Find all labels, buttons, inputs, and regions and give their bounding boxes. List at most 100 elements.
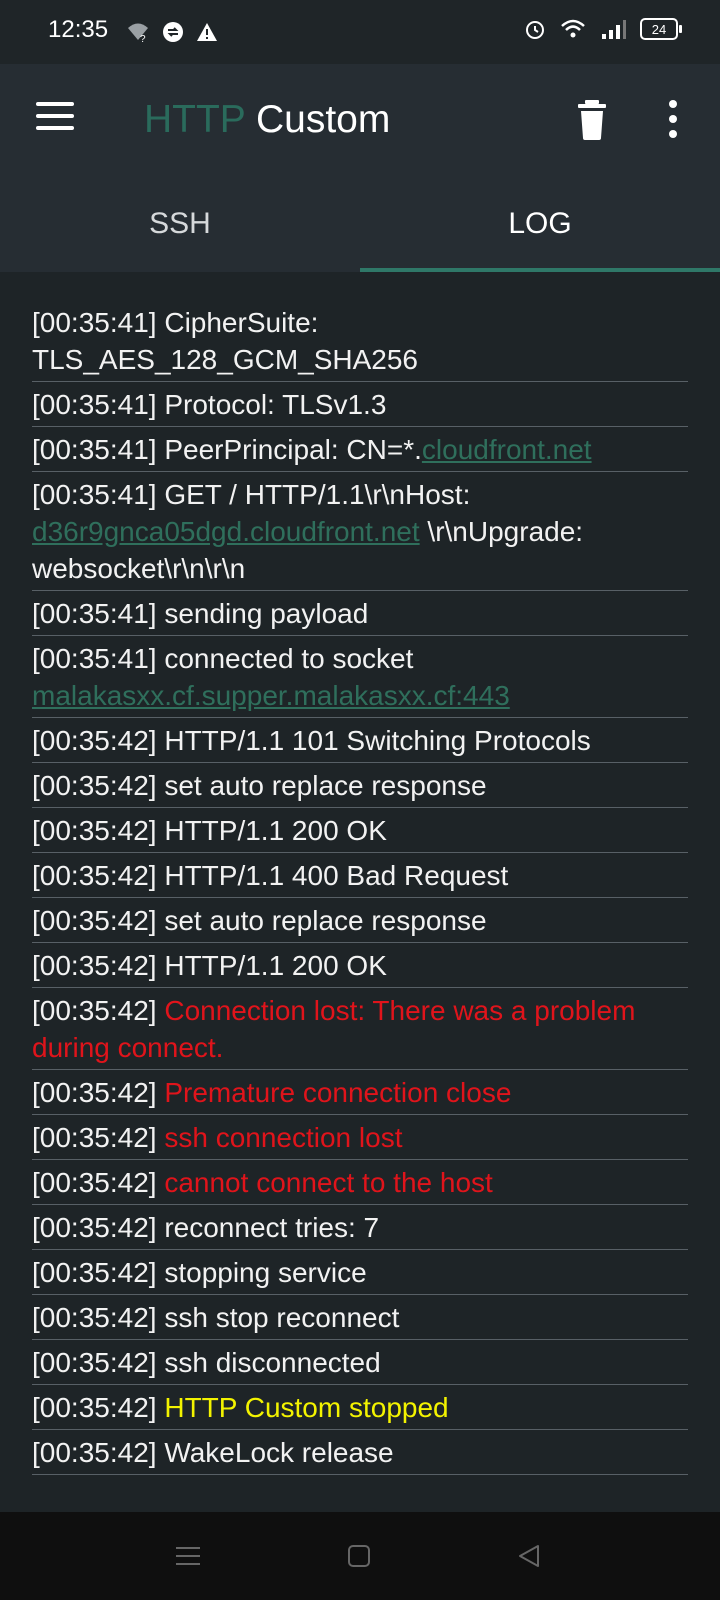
trash-icon — [578, 100, 606, 140]
app-bar: HTTP Custom — [0, 64, 720, 176]
log-timestamp: [00:35:42] — [32, 1437, 157, 1468]
log-timestamp: [00:35:42] — [32, 860, 157, 891]
log-timestamp: [00:35:42] — [32, 1302, 157, 1333]
log-entry: [00:35:42] reconnect tries: 7 — [32, 1205, 688, 1250]
tab-ssh[interactable]: SSH — [0, 176, 360, 272]
log-entry: [00:35:41] CipherSuite: TLS_AES_128_GCM_… — [32, 300, 688, 382]
wifi-icon — [561, 19, 585, 38]
log-entry: [00:35:42] stopping service — [32, 1250, 688, 1295]
log-entry: [00:35:41] connected to socket malakasxx… — [32, 636, 688, 718]
log-entry: [00:35:42] cannot connect to the host — [32, 1160, 688, 1205]
log-entry: [00:35:42] HTTP/1.1 400 Bad Request — [32, 853, 688, 898]
battery-icon: 24 — [640, 18, 682, 40]
log-timestamp: [00:35:42] — [32, 1212, 157, 1243]
more-options-button[interactable] — [664, 100, 680, 140]
log-timestamp: [00:35:42] — [32, 995, 157, 1026]
tab-log[interactable]: LOG — [360, 176, 720, 272]
log-entry: [00:35:42] ssh disconnected — [32, 1340, 688, 1385]
log-message: reconnect tries: 7 — [156, 1212, 380, 1243]
alarm-icon — [526, 21, 544, 39]
home-button[interactable] — [343, 1540, 375, 1572]
log-entry: [00:35:42] set auto replace response — [32, 898, 688, 943]
log-message: ssh connection lost — [156, 1122, 403, 1153]
log-entry: [00:35:42] WakeLock release — [32, 1430, 688, 1475]
log-entry: [00:35:42] ssh connection lost — [32, 1115, 688, 1160]
log-timestamp: [00:35:42] — [32, 1392, 157, 1423]
menu-button[interactable] — [36, 102, 76, 134]
log-timestamp: [00:35:42] — [32, 1167, 157, 1198]
status-bar: 12:35 ? 24 — [0, 0, 720, 64]
log-message: ssh stop reconnect — [156, 1302, 400, 1333]
home-icon — [348, 1545, 370, 1567]
log-timestamp: [00:35:41] — [32, 643, 157, 674]
log-entry: [00:35:41] PeerPrincipal: CN=*.cloudfron… — [32, 427, 688, 472]
log-entry: [00:35:41] Protocol: TLSv1.3 — [32, 382, 688, 427]
log-link[interactable]: cloudfront.net — [422, 434, 592, 465]
recents-icon — [176, 1547, 200, 1565]
navigation-bar — [0, 1512, 720, 1600]
log-message: HTTP Custom stopped — [156, 1392, 449, 1423]
log-message: Premature connection close — [156, 1077, 512, 1108]
log-message: ssh disconnected — [156, 1347, 381, 1378]
more-vert-icon — [669, 100, 677, 108]
log-message: GET / HTTP/1.1\r\nHost: — [156, 479, 471, 510]
battery-level: 24 — [651, 21, 667, 37]
svg-text:?: ? — [140, 34, 146, 44]
log-message: set auto replace response — [156, 770, 487, 801]
log-message: HTTP/1.1 101 Switching Protocols — [156, 725, 591, 756]
app-title-http: HTTP — [144, 98, 246, 141]
log-message: PeerPrincipal: CN=*. — [156, 434, 422, 465]
log-timestamp: [00:35:42] — [32, 905, 157, 936]
clear-log-button[interactable] — [576, 100, 608, 140]
log-entry: [00:35:42] HTTP/1.1 200 OK — [32, 943, 688, 988]
log-message: sending payload — [156, 598, 369, 629]
log-entry: [00:35:42] HTTP/1.1 200 OK — [32, 808, 688, 853]
log-message: cannot connect to the host — [156, 1167, 493, 1198]
log-timestamp: [00:35:41] — [32, 307, 157, 338]
wifi-question-icon: ? — [128, 23, 148, 44]
log-entry: [00:35:42] Connection lost: There was a … — [32, 988, 688, 1070]
log-message: HTTP/1.1 200 OK — [156, 950, 387, 981]
back-icon — [519, 1545, 539, 1567]
log-timestamp: [00:35:42] — [32, 1347, 157, 1378]
log-entry: [00:35:41] GET / HTTP/1.1\r\nHost: d36r9… — [32, 472, 688, 591]
log-message: Protocol: TLSv1.3 — [156, 389, 387, 420]
log-timestamp: [00:35:41] — [32, 479, 157, 510]
log-timestamp: [00:35:41] — [32, 434, 157, 465]
log-timestamp: [00:35:42] — [32, 770, 157, 801]
status-system-icons: 24 — [524, 18, 682, 40]
log-timestamp: [00:35:42] — [32, 950, 157, 981]
back-button[interactable] — [514, 1540, 546, 1572]
log-timestamp: [00:35:42] — [32, 725, 157, 756]
log-list: [00:35:41] CipherSuite: TLS_AES_128_GCM_… — [32, 300, 688, 1475]
log-message: connected to socket — [156, 643, 414, 674]
tab-bar: SSH LOG — [0, 176, 720, 272]
sync-icon — [163, 22, 183, 42]
log-message: set auto replace response — [156, 905, 487, 936]
log-message: HTTP/1.1 400 Bad Request — [156, 860, 509, 891]
app-title: HTTP Custom — [144, 98, 390, 142]
log-timestamp: [00:35:41] — [32, 598, 157, 629]
status-time: 12:35 — [48, 16, 109, 43]
log-entry: [00:35:41] sending payload — [32, 591, 688, 636]
status-notification-icons: ? — [126, 20, 218, 44]
log-message: stopping service — [156, 1257, 367, 1288]
log-entry: [00:35:42] ssh stop reconnect — [32, 1295, 688, 1340]
log-entry: [00:35:42] Premature connection close — [32, 1070, 688, 1115]
log-message: WakeLock release — [156, 1437, 394, 1468]
log-timestamp: [00:35:42] — [32, 815, 157, 846]
log-timestamp: [00:35:42] — [32, 1077, 157, 1108]
log-link[interactable]: malakasxx.cf.supper.malakasxx.cf:443 — [32, 680, 510, 711]
recents-button[interactable] — [172, 1540, 204, 1572]
log-timestamp: [00:35:42] — [32, 1257, 157, 1288]
log-timestamp: [00:35:41] — [32, 389, 157, 420]
log-entry: [00:35:42] set auto replace response — [32, 763, 688, 808]
log-message: HTTP/1.1 200 OK — [156, 815, 387, 846]
warning-icon — [197, 23, 217, 41]
signal-icon — [602, 20, 626, 39]
app-title-custom: Custom — [255, 98, 391, 141]
log-entry: [00:35:42] HTTP/1.1 101 Switching Protoc… — [32, 718, 688, 763]
log-entry: [00:35:42] HTTP Custom stopped — [32, 1385, 688, 1430]
log-link[interactable]: d36r9gnca05dgd.cloudfront.net — [32, 516, 420, 547]
log-timestamp: [00:35:42] — [32, 1122, 157, 1153]
